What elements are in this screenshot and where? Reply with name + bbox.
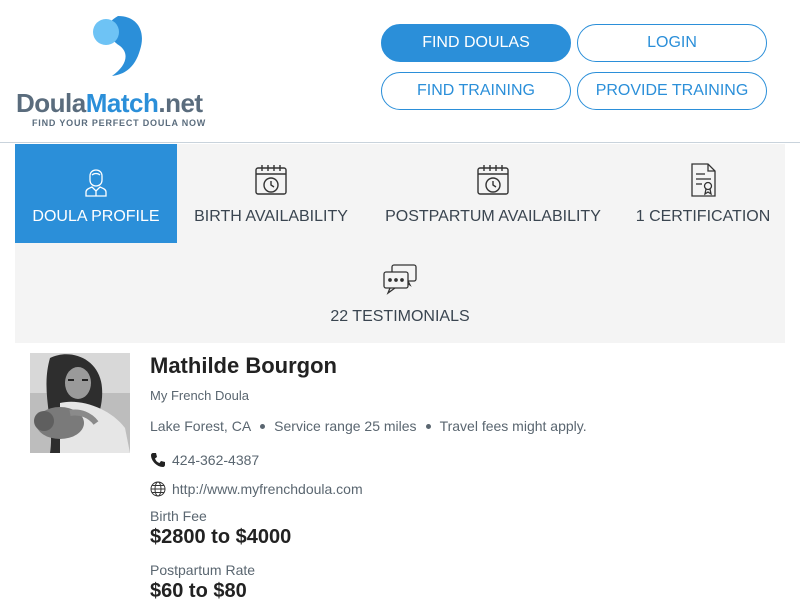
phone-icon — [151, 453, 165, 467]
tab-testimonials[interactable]: 22 TESTIMONIALS — [300, 244, 500, 343]
logo-tagline: FIND YOUR PERFECT DOULA NOW — [32, 118, 207, 128]
chat-bubbles-icon — [383, 264, 417, 295]
tab-postpartum-availability[interactable]: POSTPARTUM AVAILABILITY — [365, 144, 621, 243]
service-range-text: Service range 25 miles — [274, 418, 417, 434]
login-button[interactable]: LOGIN — [577, 24, 767, 62]
separator-dot — [425, 423, 431, 429]
tab-birth-availability[interactable]: BIRTH AVAILABILITY — [177, 144, 365, 243]
doula-person-icon — [85, 169, 107, 197]
doula-name: Mathilde Bourgon — [150, 353, 337, 378]
tab-label: BIRTH AVAILABILITY — [194, 208, 348, 225]
separator-dot — [260, 423, 266, 429]
phone-row[interactable]: 424-362-4387 — [150, 452, 259, 468]
doula-photo — [30, 353, 130, 453]
logo-mark-icon — [93, 16, 142, 76]
logo-wordmark: DoulaMatch.net — [16, 88, 203, 118]
location-text: Lake Forest, CA — [150, 418, 252, 434]
postpartum-rate-label: Postpartum Rate — [150, 562, 256, 578]
birth-fee-label: Birth Fee — [150, 508, 207, 524]
website-row[interactable]: http://www.myfrenchdoula.com — [150, 481, 363, 497]
tab-label: DOULA PROFILE — [32, 208, 160, 225]
tab-label: 1 CERTIFICATION — [635, 208, 771, 225]
business-name: My French Doula — [150, 388, 249, 403]
site-header: DoulaMatch.net FIND YOUR PERFECT DOULA N… — [0, 0, 800, 143]
profile-tabs: DOULA PROFILE BIRTH AVAILABILITY POSTPAR… — [15, 144, 785, 343]
site-logo[interactable]: DoulaMatch.net FIND YOUR PERFECT DOULA N… — [16, 10, 216, 130]
tab-label: POSTPARTUM AVAILABILITY — [385, 208, 601, 225]
phone-number[interactable]: 424-362-4387 — [172, 452, 259, 468]
certificate-icon — [691, 163, 716, 197]
website-link[interactable]: http://www.myfrenchdoula.com — [172, 481, 363, 497]
birth-fee-value: $2800 to $4000 — [150, 526, 292, 548]
travel-fee-note: Travel fees might apply. — [439, 418, 587, 434]
tab-label: 22 TESTIMONIALS — [330, 308, 470, 325]
provide-training-button[interactable]: PROVIDE TRAINING — [577, 72, 767, 110]
find-doulas-button[interactable]: FIND DOULAS — [381, 24, 571, 62]
calendar-clock-icon — [477, 165, 509, 195]
tab-doula-profile[interactable]: DOULA PROFILE — [15, 144, 177, 243]
find-training-button[interactable]: FIND TRAINING — [381, 72, 571, 110]
tab-certification[interactable]: 1 CERTIFICATION — [621, 144, 785, 243]
location-line: Lake Forest, CA Service range 25 miles T… — [150, 418, 587, 434]
globe-icon — [150, 481, 166, 497]
calendar-clock-icon — [255, 165, 287, 195]
